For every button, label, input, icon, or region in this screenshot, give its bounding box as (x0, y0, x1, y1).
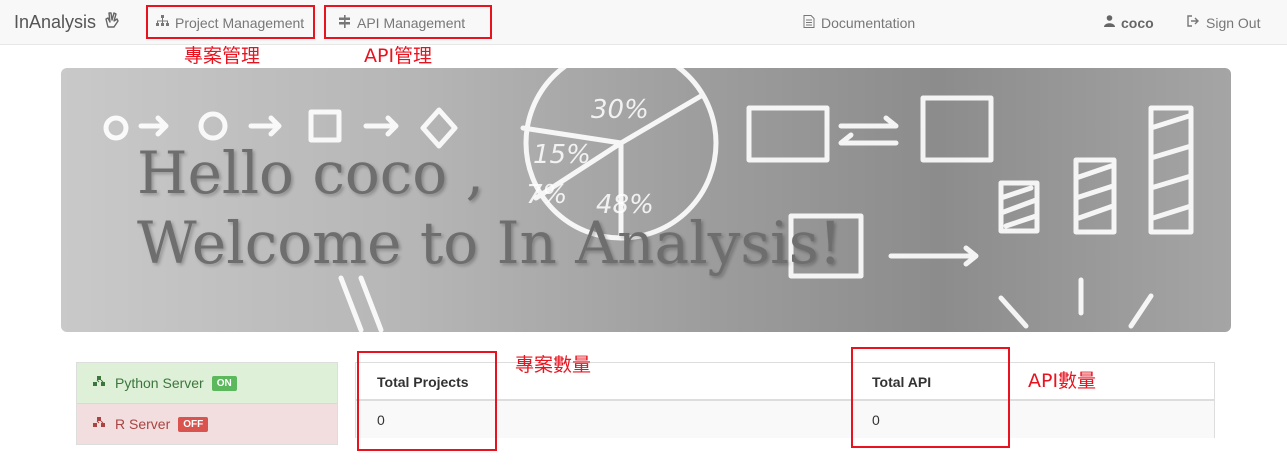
welcome-banner: 30% 15% 7% 48% Hello coco , Welcome to I… (61, 68, 1231, 332)
annotation-box-api-management (324, 5, 492, 39)
brand[interactable]: InAnalysis (14, 10, 122, 35)
server-row-r[interactable]: R Server OFF (77, 404, 337, 444)
nav-sign-out-label: Sign Out (1206, 14, 1261, 31)
server-status-panel: Python Server ON R Server OFF (76, 362, 338, 445)
nav-user-name: coco (1121, 14, 1154, 31)
hand-peace-icon (102, 10, 122, 35)
user-icon (1104, 15, 1115, 30)
hero-greeting: Hello coco , (137, 139, 485, 207)
r-server-status-badge: OFF (178, 416, 209, 432)
nav-documentation-label: Documentation (821, 14, 916, 31)
nav-sign-out[interactable]: Sign Out (1187, 0, 1260, 45)
python-server-status-badge: ON (211, 375, 237, 391)
cubes-icon (92, 375, 110, 392)
annotation-box-total-api (851, 347, 1010, 448)
cubes-icon (92, 416, 110, 433)
hero-welcome-text: Hello coco , Welcome to In Analysis! (137, 138, 842, 278)
hero-welcome: Welcome to In Analysis! (137, 209, 842, 277)
annotation-box-total-projects (357, 351, 497, 451)
server-row-python[interactable]: Python Server ON (77, 363, 337, 404)
r-server-label: R Server (115, 416, 171, 432)
annotation-project-management: 專案管理 (184, 45, 261, 67)
sign-out-icon (1187, 15, 1200, 30)
nav-documentation[interactable]: Documentation (803, 0, 915, 45)
svg-text:30%: 30% (591, 95, 649, 125)
file-text-icon (803, 14, 815, 31)
annotation-api-management: API管理 (364, 45, 433, 67)
python-server-label: Python Server (115, 375, 204, 391)
annotation-project-count: 專案數量 (515, 354, 592, 376)
nav-user[interactable]: coco (1104, 0, 1154, 45)
brand-name: InAnalysis (14, 12, 97, 32)
annotation-box-project-management (146, 5, 315, 39)
annotation-api-count: API數量 (1028, 370, 1097, 392)
